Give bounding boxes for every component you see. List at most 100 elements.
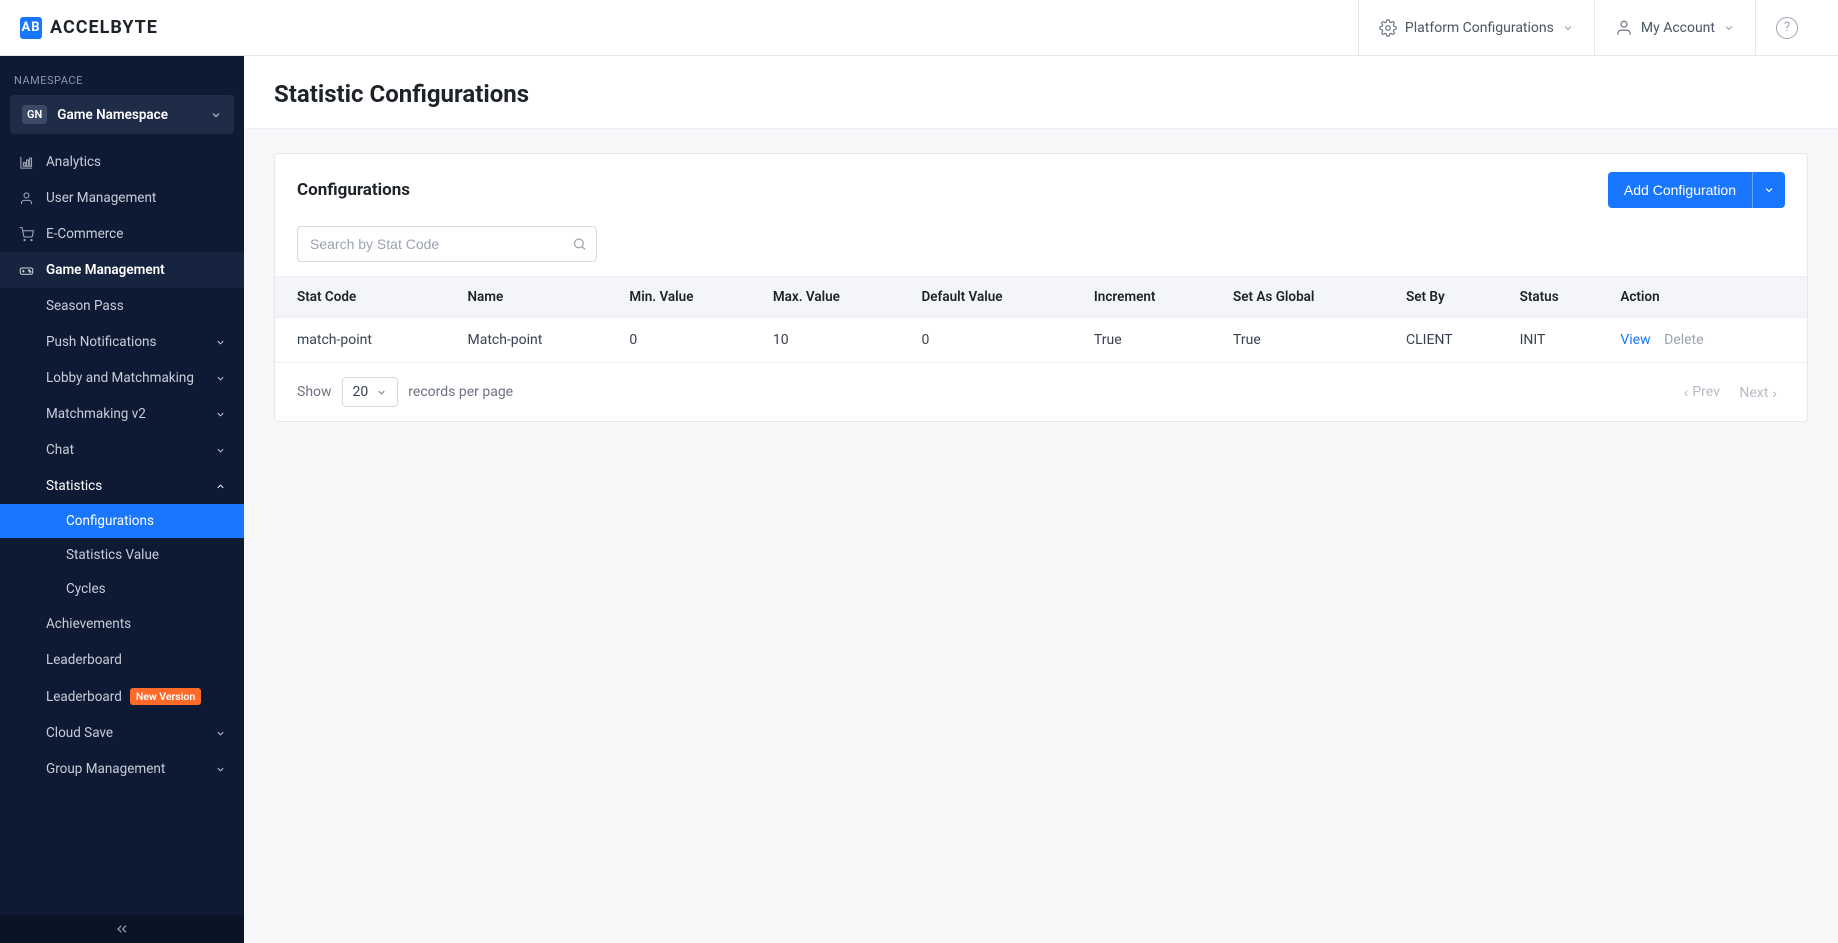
view-link[interactable]: View <box>1620 332 1650 348</box>
search-icon <box>572 237 587 252</box>
namespace-name: Game Namespace <box>57 107 200 123</box>
sidebar-subsub-cycles[interactable]: Cycles <box>0 572 244 606</box>
namespace-badge: GN <box>22 105 47 124</box>
nav-label: Analytics <box>46 154 101 170</box>
nav-label: User Management <box>46 190 156 206</box>
my-account-label: My Account <box>1641 20 1715 36</box>
prev-button[interactable]: ‹Prev <box>1676 380 1728 404</box>
chevron-left-icon: ‹ <box>1684 384 1689 400</box>
sidebar-sub-leaderboard-new[interactable]: Leaderboard New Version <box>0 678 244 715</box>
namespace-heading: NAMESPACE <box>0 56 244 95</box>
prev-label: Prev <box>1692 384 1720 400</box>
sidebar-subsub-configurations[interactable]: Configurations <box>0 504 244 538</box>
chevron-down-icon <box>1752 172 1785 208</box>
delete-link[interactable]: Delete <box>1664 332 1703 348</box>
sidebar-collapse-button[interactable] <box>0 915 244 943</box>
chevron-down-icon <box>215 373 226 384</box>
cell-set-as-global: True <box>1223 318 1396 363</box>
chevron-down-icon <box>215 409 226 420</box>
sidebar-sub-achievements[interactable]: Achievements <box>0 606 244 642</box>
col-min-value: Min. Value <box>619 277 762 318</box>
sidebar-item-ecommerce[interactable]: E-Commerce <box>0 216 244 252</box>
col-default-value: Default Value <box>911 277 1083 318</box>
sidebar-sub-season-pass[interactable]: Season Pass <box>0 288 244 324</box>
sidebar-sub-chat[interactable]: Chat <box>0 432 244 468</box>
nav-label: Group Management <box>46 761 165 777</box>
cell-max-value: 10 <box>763 318 912 363</box>
nav-label: Cloud Save <box>46 725 113 741</box>
cell-stat-code: match-point <box>275 318 457 363</box>
cell-default-value: 0 <box>911 318 1083 363</box>
nav-label: Lobby and Matchmaking <box>46 370 194 386</box>
help-button[interactable]: ? <box>1755 0 1818 55</box>
brand-logo-icon: AB <box>20 17 42 39</box>
chevron-up-icon <box>215 481 226 492</box>
sidebar-sub-matchmaking-v2[interactable]: Matchmaking v2 <box>0 396 244 432</box>
cell-set-by: CLIENT <box>1396 318 1510 363</box>
table-header-row: Stat Code Name Min. Value Max. Value Def… <box>275 277 1807 318</box>
cart-icon <box>18 226 34 242</box>
nav-label: Achievements <box>46 616 131 632</box>
page-title: Statistic Configurations <box>244 56 1838 129</box>
my-account-menu[interactable]: My Account <box>1594 0 1755 55</box>
table-row: match-point Match-point 0 10 0 True True… <box>275 318 1807 363</box>
col-name: Name <box>457 277 619 318</box>
nav-label: Push Notifications <box>46 334 156 350</box>
namespace-selector[interactable]: GN Game Namespace <box>10 95 234 134</box>
sidebar-sub-group-management[interactable]: Group Management <box>0 751 244 787</box>
configurations-table: Stat Code Name Min. Value Max. Value Def… <box>275 276 1807 363</box>
add-configuration-button[interactable]: Add Configuration <box>1608 172 1785 208</box>
gear-icon <box>1379 19 1397 37</box>
next-button[interactable]: Next› <box>1731 381 1785 405</box>
nav-label: Chat <box>46 442 74 458</box>
nav-label: Leaderboard <box>46 689 122 705</box>
table-footer: Show 20 records per page ‹Prev Next› <box>275 363 1807 421</box>
configurations-card: Configurations Add Configuration <box>274 153 1808 422</box>
sidebar: NAMESPACE GN Game Namespace Analytics Us… <box>0 56 244 943</box>
chevron-down-icon <box>1562 22 1574 34</box>
chart-icon <box>18 154 34 170</box>
search-input[interactable] <box>297 226 597 262</box>
sidebar-sub-lobby-matchmaking[interactable]: Lobby and Matchmaking <box>0 360 244 396</box>
sidebar-sub-cloud-save[interactable]: Cloud Save <box>0 715 244 751</box>
col-set-by: Set By <box>1396 277 1510 318</box>
chevron-down-icon <box>1723 22 1735 34</box>
col-max-value: Max. Value <box>763 277 912 318</box>
gamepad-icon <box>18 262 34 278</box>
chevron-right-icon: › <box>1772 385 1777 401</box>
show-label: Show <box>297 384 332 400</box>
platform-configurations-menu[interactable]: Platform Configurations <box>1358 0 1594 55</box>
sidebar-item-user-management[interactable]: User Management <box>0 180 244 216</box>
col-set-as-global: Set As Global <box>1223 277 1396 318</box>
chevron-down-icon <box>215 764 226 775</box>
chevron-down-icon <box>215 728 226 739</box>
chevron-down-icon <box>215 445 226 456</box>
next-label: Next <box>1739 385 1768 401</box>
new-version-badge: New Version <box>130 688 201 705</box>
cell-increment: True <box>1084 318 1223 363</box>
sidebar-sub-statistics[interactable]: Statistics <box>0 468 244 504</box>
records-per-page-label: records per page <box>408 384 513 400</box>
collapse-icon <box>114 921 130 937</box>
chevron-down-icon <box>215 337 226 348</box>
sidebar-item-game-management[interactable]: Game Management <box>0 252 244 288</box>
card-title: Configurations <box>297 180 410 200</box>
search-box <box>297 226 597 262</box>
cell-action: View Delete <box>1610 318 1807 363</box>
topbar: AB ACCELBYTE Platform Configurations My … <box>0 0 1838 56</box>
brand[interactable]: AB ACCELBYTE <box>20 17 158 39</box>
sidebar-subsub-statistics-value[interactable]: Statistics Value <box>0 538 244 572</box>
cell-name: Match-point <box>457 318 619 363</box>
chevron-down-icon <box>210 109 222 121</box>
nav-label: E-Commerce <box>46 226 123 242</box>
col-stat-code: Stat Code <box>275 277 457 318</box>
nav-label: Leaderboard <box>46 652 122 668</box>
nav-label: Statistics <box>46 478 102 494</box>
nav-label: Matchmaking v2 <box>46 406 146 422</box>
col-status: Status <box>1510 277 1611 318</box>
page-size-select[interactable]: 20 <box>342 377 399 407</box>
sidebar-sub-push-notifications[interactable]: Push Notifications <box>0 324 244 360</box>
sidebar-item-analytics[interactable]: Analytics <box>0 144 244 180</box>
page-size-value: 20 <box>353 384 369 400</box>
sidebar-sub-leaderboard[interactable]: Leaderboard <box>0 642 244 678</box>
